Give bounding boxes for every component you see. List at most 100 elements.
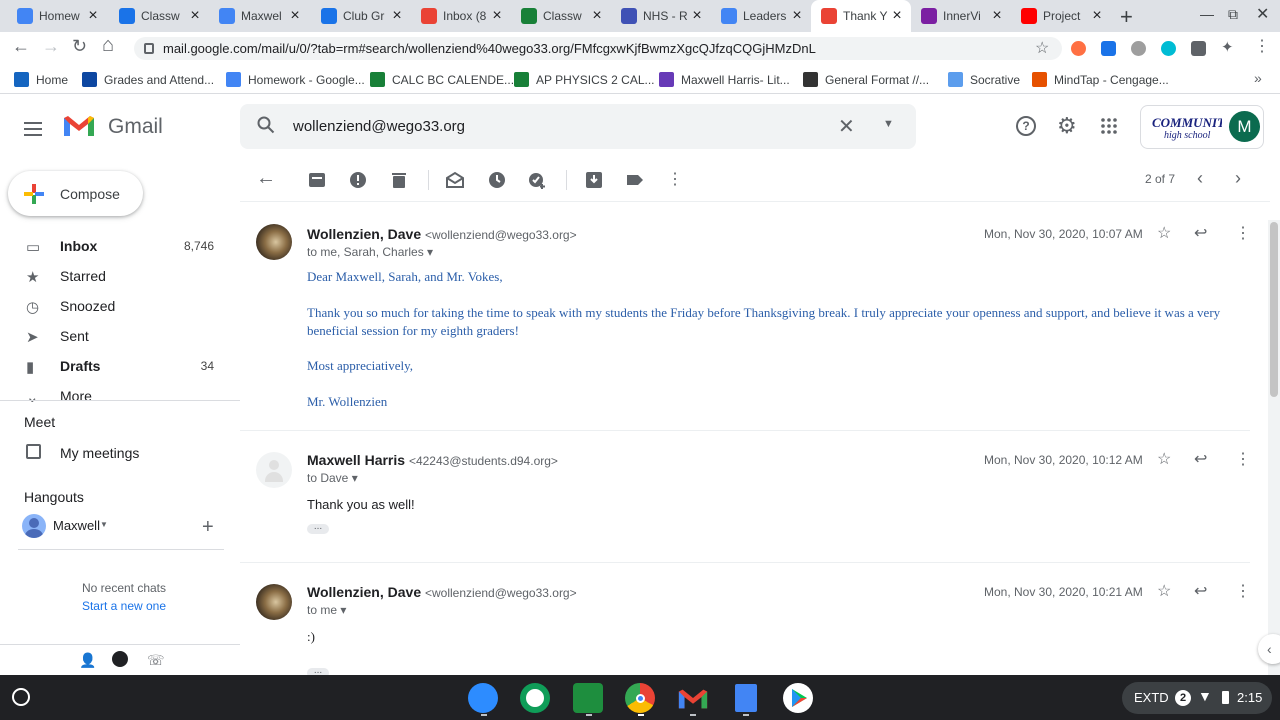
close-window-icon[interactable]: ✕: [1256, 4, 1269, 24]
star-icon[interactable]: ☆: [1157, 581, 1171, 601]
extension-icon-5[interactable]: [1191, 41, 1206, 56]
browser-tab[interactable]: NHS - R ×: [611, 0, 711, 32]
bookmark-item[interactable]: Homework - Google...: [226, 72, 365, 87]
reload-icon[interactable]: ↻: [72, 36, 87, 57]
browser-tab[interactable]: Classw ×: [511, 0, 611, 32]
main-menu-icon[interactable]: [24, 122, 42, 140]
add-chat-icon[interactable]: +: [202, 516, 214, 539]
puzzle-icon[interactable]: ✦: [1221, 38, 1234, 56]
star-bookmark-icon[interactable]: ☆: [1035, 38, 1049, 58]
play-store-app-icon[interactable]: [783, 683, 813, 713]
more-bookmarks-icon[interactable]: »: [1254, 70, 1262, 86]
start-new-chat-link[interactable]: Start a new one: [0, 599, 248, 613]
clear-search-icon[interactable]: ✕: [838, 114, 855, 139]
report-spam-icon[interactable]: [349, 171, 367, 189]
reply-icon[interactable]: ↩: [1194, 223, 1207, 243]
sender-avatar[interactable]: [256, 452, 292, 488]
browser-tab[interactable]: Homew ×: [7, 0, 107, 32]
reply-icon[interactable]: ↩: [1194, 449, 1207, 469]
close-tab-icon[interactable]: ×: [789, 7, 805, 25]
sender-name[interactable]: Wollenzien, Dave <wollenziend@wego33.org…: [307, 584, 577, 600]
browser-tab[interactable]: Classw ×: [109, 0, 209, 32]
search-input[interactable]: wollenziend@wego33.org: [293, 118, 465, 135]
bookmark-item[interactable]: Socrative: [948, 72, 1020, 87]
browser-tab[interactable]: Thank Y ×: [811, 0, 911, 32]
close-tab-icon[interactable]: ×: [989, 7, 1005, 25]
contacts-icon[interactable]: 👤: [79, 652, 96, 669]
settings-gear-icon[interactable]: ⚙: [1057, 113, 1077, 139]
recipients-dropdown[interactable]: to Dave ▾: [307, 471, 358, 485]
more-options-icon[interactable]: ⋮: [1235, 449, 1251, 469]
mark-unread-icon[interactable]: [446, 171, 464, 189]
side-panel-toggle-icon[interactable]: ‹: [1258, 634, 1280, 664]
bookmark-item[interactable]: MindTap - Cengage...: [1032, 72, 1169, 87]
home-icon[interactable]: ⌂: [102, 34, 114, 57]
new-tab-button[interactable]: +: [1120, 4, 1133, 30]
extension-icon-3[interactable]: [1131, 41, 1146, 56]
close-tab-icon[interactable]: ×: [489, 7, 505, 25]
older-icon[interactable]: ›: [1235, 168, 1241, 189]
star-icon[interactable]: ☆: [1157, 449, 1171, 469]
extension-icon-4[interactable]: [1161, 41, 1176, 56]
move-to-icon[interactable]: [585, 171, 603, 189]
add-to-tasks-icon[interactable]: [528, 171, 546, 189]
launcher-icon[interactable]: [12, 688, 30, 706]
gmail-logo-icon[interactable]: [62, 114, 96, 138]
docs-app-icon[interactable]: [735, 684, 757, 712]
close-tab-icon[interactable]: ×: [1089, 7, 1105, 25]
search-options-icon[interactable]: ▼: [883, 118, 894, 130]
more-options-icon[interactable]: ⋮: [1235, 223, 1251, 243]
bookmark-item[interactable]: General Format //...: [803, 72, 929, 87]
sender-name[interactable]: Wollenzien, Dave <wollenziend@wego33.org…: [307, 226, 577, 242]
more-actions-icon[interactable]: ⋮: [667, 169, 685, 188]
classroom-teacher-app-icon[interactable]: [573, 683, 603, 713]
back-to-search-icon[interactable]: ←: [256, 167, 276, 189]
phone-icon[interactable]: ☏: [147, 652, 165, 669]
bookmark-item[interactable]: CALC BC CALENDE...: [370, 72, 514, 87]
show-trimmed-content-icon[interactable]: ...: [307, 522, 329, 534]
help-icon[interactable]: ?: [1016, 116, 1036, 136]
browser-tab[interactable]: Maxwel ×: [209, 0, 309, 32]
reply-icon[interactable]: ↩: [1194, 581, 1207, 601]
gmail-app-icon[interactable]: [677, 687, 709, 711]
extension-icon-2[interactable]: [1101, 41, 1116, 56]
bookmark-item[interactable]: Home: [14, 72, 68, 87]
forward-icon[interactable]: →: [42, 36, 60, 57]
recipients-dropdown[interactable]: to me, Sarah, Charles ▾: [307, 245, 433, 259]
sidebar-item-drafts[interactable]: ▮ Drafts 34: [0, 351, 240, 381]
label-icon[interactable]: [626, 171, 644, 189]
scrollbar-thumb[interactable]: [1270, 222, 1278, 397]
browser-tab[interactable]: Club Gr ×: [311, 0, 411, 32]
snooze-clock-icon[interactable]: [488, 171, 506, 189]
maximize-icon[interactable]: ⧉: [1228, 6, 1238, 23]
my-meetings-link[interactable]: My meetings: [60, 445, 139, 461]
apps-grid-icon[interactable]: [1101, 118, 1117, 134]
close-tab-icon[interactable]: ×: [689, 7, 705, 25]
minimize-icon[interactable]: —: [1200, 6, 1214, 22]
close-tab-icon[interactable]: ×: [589, 7, 605, 25]
recipients-dropdown[interactable]: to me ▾: [307, 603, 346, 617]
hangouts-icon[interactable]: [112, 651, 128, 667]
close-tab-icon[interactable]: ×: [889, 7, 905, 25]
sender-name[interactable]: Maxwell Harris <42243@students.d94.org>: [307, 452, 558, 468]
hangouts-user[interactable]: Maxwell: [53, 518, 100, 533]
close-tab-icon[interactable]: ×: [389, 7, 405, 25]
sidebar-item-snoozed[interactable]: ◷ Snoozed: [0, 291, 240, 321]
sidebar-item-more[interactable]: ⌄ More: [0, 381, 240, 411]
newer-icon[interactable]: ‹: [1197, 168, 1203, 189]
close-tab-icon[interactable]: ×: [85, 7, 101, 25]
kebab-menu-icon[interactable]: ⋮: [1254, 36, 1270, 56]
browser-tab[interactable]: InnerVi ×: [911, 0, 1011, 32]
close-tab-icon[interactable]: ×: [287, 7, 303, 25]
search-icon[interactable]: [257, 116, 275, 134]
browser-tab[interactable]: Leaders ×: [711, 0, 811, 32]
browser-tab[interactable]: Project ×: [1011, 0, 1111, 32]
extension-icon-1[interactable]: [1071, 41, 1086, 56]
archive-icon[interactable]: [308, 171, 326, 189]
classroom-app-icon[interactable]: [520, 683, 550, 713]
close-tab-icon[interactable]: ×: [187, 7, 203, 25]
back-icon[interactable]: ←: [12, 36, 30, 57]
sidebar-item-inbox[interactable]: ▭ Inbox 8,746: [0, 231, 240, 261]
sidebar-item-starred[interactable]: ★ Starred: [0, 261, 240, 291]
delete-icon[interactable]: [390, 171, 408, 189]
